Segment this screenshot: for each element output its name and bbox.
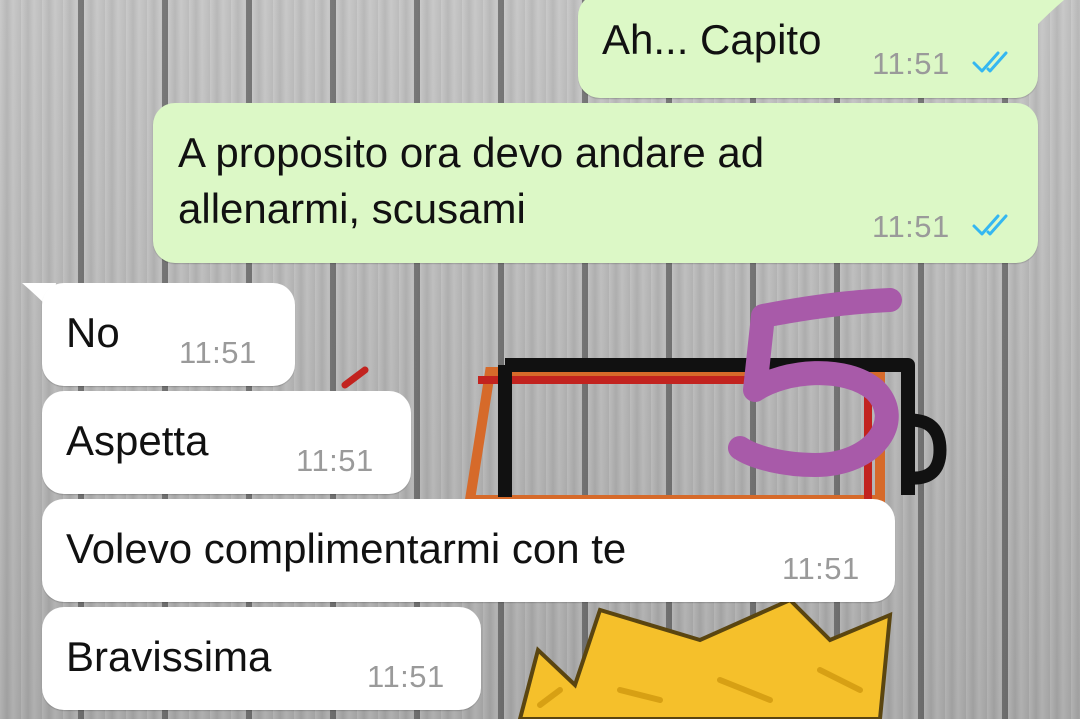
message-text: Aspetta [66,417,209,464]
message-time: 11:51 [872,46,950,81]
annotation-number: 5 [825,399,826,401]
message-text: Bravissima [66,633,272,680]
message-text: A proposito ora devo andare ad allenarmi… [178,129,765,232]
bubble-tail-outgoing [1030,0,1064,28]
double-check-read-icon [972,51,1008,73]
message-time: 11:51 [782,551,860,586]
message-bubble-outgoing[interactable]: A proposito ora devo andare ad allenarmi… [153,103,1038,263]
handwritten-annotation: 5 [728,288,902,477]
message-time: 11:51 [296,443,374,478]
double-check-read-icon [972,214,1008,236]
handwritten-digit-mark [728,288,902,477]
message-time: 11:51 [179,335,257,370]
message-time: 11:51 [367,659,445,694]
message-bubble-incoming[interactable]: No 11:51 [42,283,295,386]
message-text: Ah... Capito [602,16,822,63]
message-text: No [66,309,120,356]
message-bubble-incoming[interactable]: Volevo complimentarmi con te 11:51 [42,499,895,602]
message-bubble-incoming[interactable]: Aspetta 11:51 [42,391,411,494]
message-bubble-outgoing[interactable]: Ah... Capito 11:51 [578,0,1038,98]
message-time: 11:51 [872,209,950,244]
message-text: Volevo complimentarmi con te [66,525,627,572]
message-bubble-incoming[interactable]: Bravissima 11:51 [42,607,481,710]
